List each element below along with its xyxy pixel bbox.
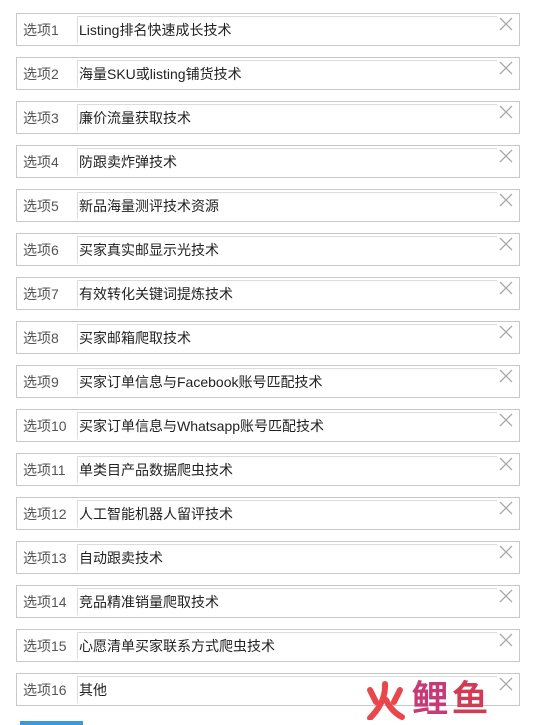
option-label: 选项10 <box>23 418 67 434</box>
option-text-input[interactable] <box>77 148 497 175</box>
option-label: 选项12 <box>23 506 67 522</box>
option-label: 选项13 <box>23 550 67 566</box>
option-list: 选项1 选项2 选项3 选项4 选项5 选项6 选项7 选项8 选项9 选项10 选项11 选项12 选… <box>16 13 520 717</box>
remove-option-close-icon[interactable] <box>499 589 513 603</box>
option-row: 选项10 <box>16 409 520 442</box>
remove-option-close-icon[interactable] <box>499 501 513 515</box>
option-row: 选项13 <box>16 541 520 574</box>
option-text-input[interactable] <box>77 16 497 43</box>
option-text-input[interactable] <box>77 324 497 351</box>
option-label: 选项6 <box>23 242 59 258</box>
remove-option-close-icon[interactable] <box>499 61 513 75</box>
option-label: 选项4 <box>23 154 59 170</box>
option-row: 选项7 <box>16 277 520 310</box>
watermark-logo: 鲤 鱼 <box>362 680 488 720</box>
option-label: 选项16 <box>23 682 67 698</box>
option-label: 选项7 <box>23 286 59 302</box>
option-text-input[interactable] <box>77 544 497 571</box>
remove-option-close-icon[interactable] <box>499 413 513 427</box>
remove-option-close-icon[interactable] <box>499 105 513 119</box>
remove-option-close-icon[interactable] <box>499 325 513 339</box>
option-text-input[interactable] <box>77 588 497 615</box>
option-text-input[interactable] <box>77 368 497 395</box>
remove-option-close-icon[interactable] <box>499 545 513 559</box>
option-row: 选项9 <box>16 365 520 398</box>
remove-option-close-icon[interactable] <box>499 149 513 163</box>
watermark-huo-glyph <box>367 681 405 720</box>
remove-option-close-icon[interactable] <box>499 633 513 647</box>
option-row: 选项5 <box>16 189 520 222</box>
watermark-yu-glyph: 鱼 <box>452 679 489 720</box>
option-row: 选项6 <box>16 233 520 266</box>
option-row: 选项4 <box>16 145 520 178</box>
option-row: 选项12 <box>16 497 520 530</box>
remove-option-close-icon[interactable] <box>499 281 513 295</box>
option-label: 选项3 <box>23 110 59 126</box>
remove-option-close-icon[interactable] <box>499 457 513 471</box>
option-row: 选项3 <box>16 101 520 134</box>
option-label: 选项11 <box>23 462 66 478</box>
option-text-input[interactable] <box>77 192 497 219</box>
option-row: 选项1 <box>16 13 520 46</box>
option-text-input[interactable] <box>77 104 497 131</box>
option-label: 选项15 <box>23 638 67 654</box>
remove-option-close-icon[interactable] <box>499 17 513 31</box>
option-row: 选项2 <box>16 57 520 90</box>
watermark-li-glyph: 鲤 <box>412 679 449 720</box>
option-row: 选项15 <box>16 629 520 662</box>
option-text-input[interactable] <box>77 412 497 439</box>
option-text-input[interactable] <box>77 60 497 87</box>
option-text-input[interactable] <box>77 632 497 659</box>
option-row: 选项8 <box>16 321 520 354</box>
option-label: 选项5 <box>23 198 59 214</box>
remove-option-close-icon[interactable] <box>499 237 513 251</box>
option-text-input[interactable] <box>77 456 497 483</box>
option-label: 选项2 <box>23 66 59 82</box>
remove-option-close-icon[interactable] <box>499 193 513 207</box>
option-row: 选项11 <box>16 453 520 486</box>
option-label: 选项8 <box>23 330 59 346</box>
option-text-input[interactable] <box>77 500 497 527</box>
option-text-input[interactable] <box>77 236 497 263</box>
remove-option-close-icon[interactable] <box>499 677 513 691</box>
option-text-input[interactable] <box>77 280 497 307</box>
active-indicator-bar <box>20 721 83 725</box>
option-label: 选项14 <box>23 594 67 610</box>
option-label: 选项1 <box>23 22 59 38</box>
option-label: 选项9 <box>23 374 59 390</box>
remove-option-close-icon[interactable] <box>499 369 513 383</box>
option-row: 选项14 <box>16 585 520 618</box>
